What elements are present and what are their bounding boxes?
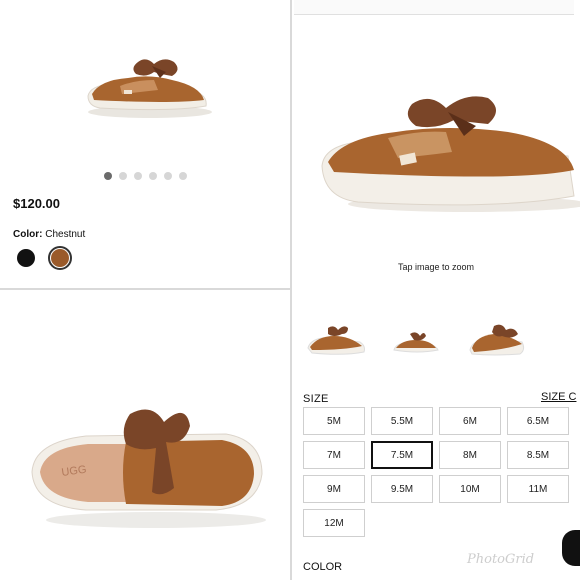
size-option[interactable]: 8.5M xyxy=(507,441,569,469)
carousel-dot[interactable] xyxy=(149,172,157,180)
size-option[interactable]: 6.5M xyxy=(507,407,569,435)
swatch-black[interactable] xyxy=(14,246,38,270)
size-option[interactable]: 5.5M xyxy=(371,407,433,435)
size-option[interactable]: 5M xyxy=(303,407,365,435)
product-image-topview[interactable]: UGG xyxy=(26,402,266,532)
size-option[interactable]: 8M xyxy=(439,441,501,469)
size-heading: SIZE xyxy=(303,393,329,405)
swatch-chestnut[interactable] xyxy=(48,246,72,270)
size-grid: 5M 5.5M 6M 6.5M 7M 7.5M 8M 8.5M 9M 9.5M … xyxy=(303,407,569,537)
product-image[interactable] xyxy=(80,50,215,125)
size-option[interactable]: 10M xyxy=(439,475,501,503)
carousel-dot[interactable] xyxy=(179,172,187,180)
zoom-hint: Tap image to zoom xyxy=(397,262,475,272)
color-selection-label: Color: Chestnut xyxy=(13,229,85,240)
thumbnail-side[interactable] xyxy=(304,320,368,360)
color-label: Color: xyxy=(13,229,43,240)
size-selector-panel: SIZE SIZE C 5M 5.5M 6M 6.5M 7M 7.5M 8M 8… xyxy=(292,290,580,580)
size-option[interactable]: 9M xyxy=(303,475,365,503)
product-price: $120.00 xyxy=(13,196,60,211)
size-option[interactable]: 7M xyxy=(303,441,365,469)
size-chart-link[interactable]: SIZE C xyxy=(541,391,576,403)
swatch-black-fill xyxy=(17,249,35,267)
product-topview-panel: UGG xyxy=(0,290,290,580)
thumbnail-strip xyxy=(304,320,528,360)
color-section-heading: COLOR xyxy=(303,561,343,573)
product-image-large[interactable] xyxy=(318,86,580,216)
product-summary-panel: $120.00 Color: Chestnut xyxy=(0,0,290,288)
size-option[interactable]: 9.5M xyxy=(371,475,433,503)
carousel-dot[interactable] xyxy=(104,172,112,180)
color-swatches xyxy=(14,246,72,270)
image-carousel-dots xyxy=(104,172,187,180)
top-bar xyxy=(294,0,574,15)
carousel-dot[interactable] xyxy=(134,172,142,180)
size-option[interactable]: 6M xyxy=(439,407,501,435)
product-zoom-panel: Tap image to zoom xyxy=(292,0,580,288)
chat-button[interactable] xyxy=(562,530,580,566)
thumbnail-front[interactable] xyxy=(384,320,448,360)
carousel-dot[interactable] xyxy=(119,172,127,180)
size-option[interactable]: 11M xyxy=(507,475,569,503)
size-option-selected[interactable]: 7.5M xyxy=(371,441,433,469)
color-value: Chestnut xyxy=(45,229,86,240)
swatch-chestnut-fill xyxy=(51,249,69,267)
thumbnail-back[interactable] xyxy=(464,320,528,360)
carousel-dot[interactable] xyxy=(164,172,172,180)
watermark-text: PhotoGrid xyxy=(467,552,535,567)
size-option[interactable]: 12M xyxy=(303,509,365,537)
